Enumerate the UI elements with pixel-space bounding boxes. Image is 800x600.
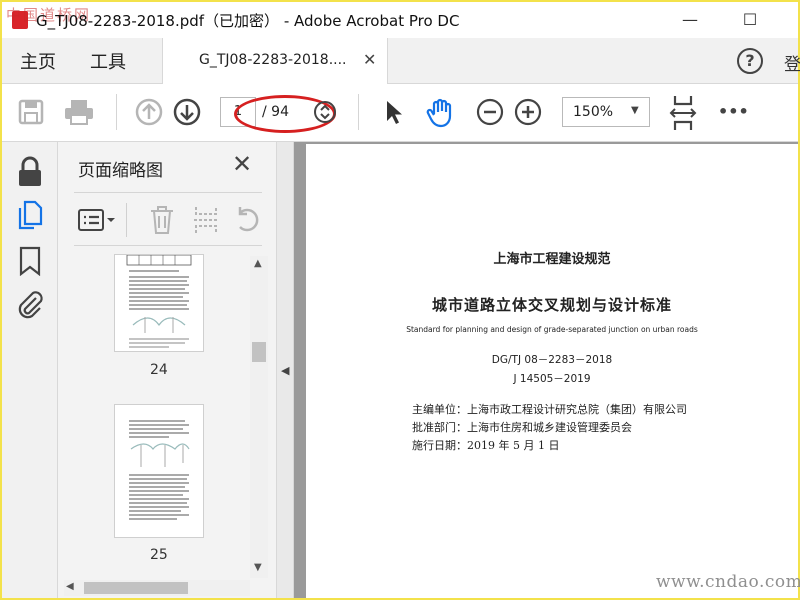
document-viewer[interactable]: 上海市工程建设规范 城市道路立体交叉规划与设计标准 Standard for p… [294,142,798,598]
scroll-up-icon[interactable]: ▲ [254,258,262,269]
document-title-english: Standard for planning and design of grad… [406,325,698,334]
page-thumbnail[interactable] [114,404,204,538]
effective-date: 施行日期：2019 年 5 月 1 日 [412,439,560,452]
fit-page-icon[interactable] [668,94,698,132]
zoom-out-icon[interactable] [476,98,504,128]
collapse-panel-icon[interactable]: ◀ [281,364,289,377]
watermark-url: www.cndao.com [656,572,800,592]
panel-toolbar [74,192,262,246]
toolbar-separator [358,94,359,130]
select-tool-icon[interactable] [380,98,406,128]
left-rail [2,142,58,598]
tab-tools[interactable]: 工具 [90,48,126,74]
toolbar-separator [116,94,117,130]
tab-home[interactable]: 主页 [20,48,56,74]
page-thumbnail[interactable] [114,254,204,352]
scrollbar-thumb[interactable] [252,342,266,362]
options-menu-icon[interactable] [78,208,118,236]
lock-icon[interactable] [16,156,44,192]
document-header: 上海市工程建设规范 [493,252,611,267]
save-icon[interactable] [16,98,46,128]
close-tab-button[interactable]: ✕ [363,50,376,69]
document-page: 上海市工程建设规范 城市道路立体交叉规划与设计标准 Standard for p… [306,144,798,598]
thumbnail-page-label: 24 [150,362,168,378]
horizontal-scrollbar[interactable]: ◀ [64,580,250,596]
trash-icon[interactable] [148,205,176,239]
zoom-value: 150% [573,104,614,120]
document-title: 城市道路立体交叉规划与设计标准 [431,296,672,314]
tab-document[interactable]: G_TJ08-2283-2018.... ✕ [162,38,388,84]
sign-in-link[interactable]: 登 [784,50,800,75]
more-options-button[interactable]: ••• [718,102,749,132]
vertical-scrollbar[interactable]: ▲ ▼ [250,256,268,578]
minimize-button[interactable]: — [670,8,710,32]
document-record-number: J 14505－2019 [513,373,591,385]
window-title: G_TJ08-2283-2018.pdf（已加密） - Adobe Acroba… [36,12,460,30]
close-panel-button[interactable]: ✕ [232,150,252,178]
document-tab-label: G_TJ08-2283-2018.... [199,52,347,68]
approval-department: 批准部门：上海市住房和城乡建设管理委员会 [412,421,632,434]
print-icon[interactable] [62,98,96,128]
bookmark-icon[interactable] [18,246,42,280]
thumbnails-panel: 页面缩略图 ✕ 24 25 ▲ ▼ ◀ [58,142,276,598]
chevron-down-icon: ▼ [631,105,639,116]
help-icon[interactable]: ? [737,48,763,74]
panel-title: 页面缩略图 [78,161,163,181]
document-code: DG/TJ 08－2283－2018 [491,354,613,366]
next-page-icon[interactable] [172,98,202,128]
title-bar: 中国道桥网 G_TJ08-2283-2018.pdf（已加密） - Adobe … [2,2,798,38]
panel-separator [126,203,127,237]
thumbnail-page-label: 25 [150,547,168,563]
tab-bar: 主页 工具 G_TJ08-2283-2018.... ✕ ? 登 [2,38,800,84]
panel-splitter[interactable]: ◀ [276,142,294,598]
scroll-down-icon[interactable]: ▼ [254,562,262,573]
scroll-mode-icon[interactable] [312,98,338,128]
hand-tool-icon[interactable] [424,98,458,128]
previous-page-icon[interactable] [134,98,164,128]
zoom-select[interactable]: 150% ▼ [562,97,650,127]
extract-pages-icon[interactable] [192,205,220,239]
maximize-button[interactable]: ☐ [730,8,770,32]
scrollbar-thumb[interactable] [84,582,188,594]
page-thumbnails-icon[interactable] [16,200,44,234]
toolbar: 1 / 94 150% ▼ ••• [2,84,798,142]
editor-unit: 主编单位：上海市政工程设计研究总院（集团）有限公司 [412,403,687,416]
scroll-left-icon[interactable]: ◀ [66,581,74,592]
zoom-in-icon[interactable] [514,98,542,128]
attachment-icon[interactable] [16,288,44,324]
rotate-icon[interactable] [232,205,262,239]
